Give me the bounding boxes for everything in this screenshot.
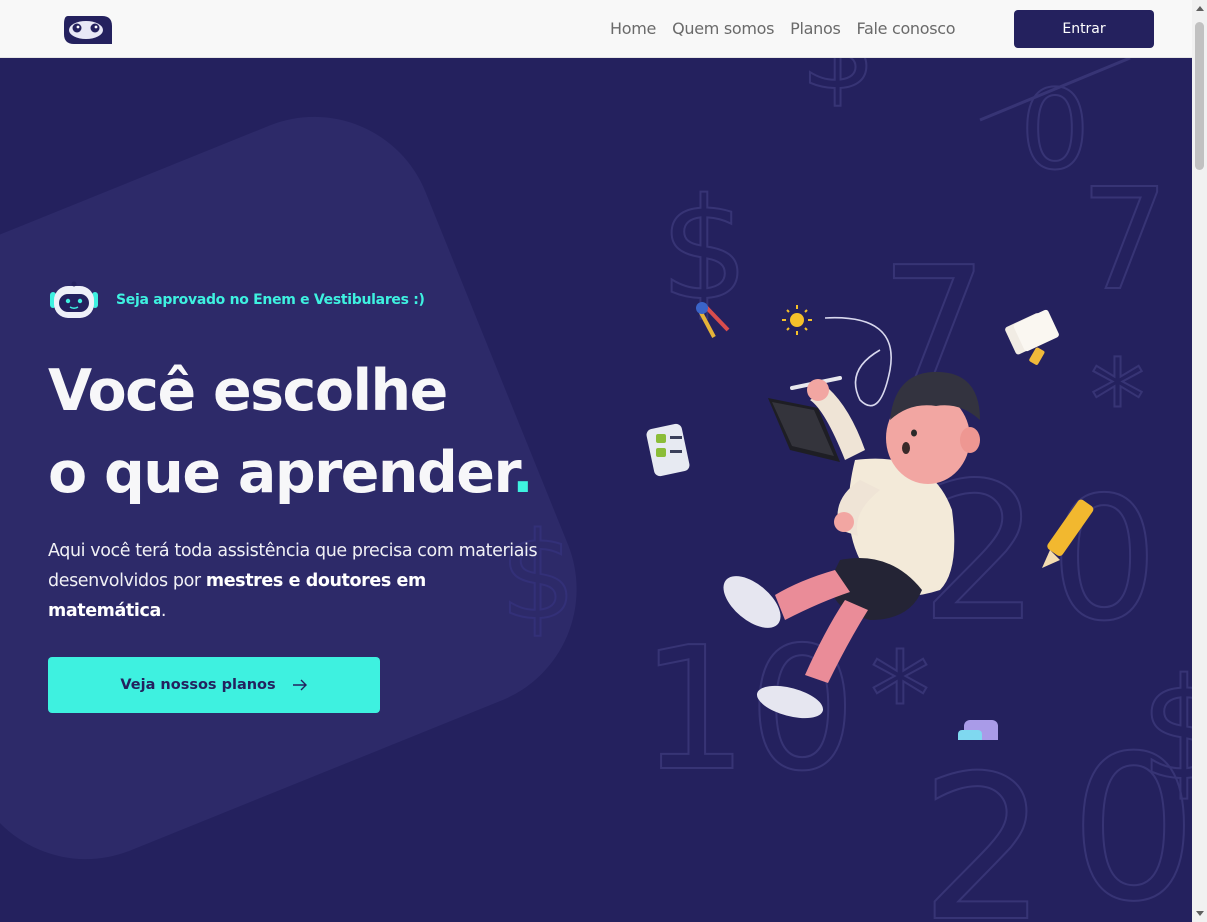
compass-icon bbox=[696, 302, 730, 338]
login-button[interactable]: Entrar bbox=[1014, 10, 1154, 48]
scroll-up-icon[interactable] bbox=[1196, 6, 1204, 11]
main-nav: Home Quem somos Planos Fale conosco bbox=[610, 19, 956, 38]
hero-headline: Você escolhe o que aprender. bbox=[48, 350, 608, 514]
checklist-icon bbox=[646, 423, 690, 477]
headline-line-2: o que aprender bbox=[48, 440, 513, 506]
documents-icon bbox=[1005, 309, 1059, 365]
robot-mascot-icon bbox=[50, 281, 98, 318]
svg-text:2: 2 bbox=[920, 733, 1047, 922]
sun-icon bbox=[782, 305, 812, 335]
scrollbar-thumb[interactable] bbox=[1195, 22, 1204, 170]
chat-bubbles-icon bbox=[958, 720, 998, 740]
robot-face-icon[interactable] bbox=[62, 14, 114, 46]
page-scrollbar[interactable] bbox=[1192, 0, 1207, 922]
tagline-text: Seja aprovado no Enem e Vestibulares :) bbox=[116, 292, 425, 308]
headline-line-1: Você escolhe bbox=[48, 358, 448, 424]
nav-fale-conosco[interactable]: Fale conosco bbox=[857, 19, 956, 38]
hero-description: Aqui você terá toda assistência que prec… bbox=[48, 536, 548, 626]
nav-quem-somos[interactable]: Quem somos bbox=[672, 19, 774, 38]
headline-accent-dot: . bbox=[511, 440, 534, 506]
see-plans-button[interactable]: Veja nossos planos bbox=[48, 657, 380, 713]
svg-text:$: $ bbox=[800, 58, 876, 117]
description-end: . bbox=[160, 601, 167, 621]
nav-planos[interactable]: Planos bbox=[790, 19, 841, 38]
yellow-pencil-icon bbox=[1042, 499, 1094, 568]
top-navbar: Home Quem somos Planos Fale conosco Entr… bbox=[0, 0, 1192, 58]
svg-text:$: $ bbox=[1140, 649, 1192, 812]
see-plans-label: Veja nossos planos bbox=[120, 677, 276, 693]
hero-section: $ 0 7 $ 7 * 2 0 10 * 2 0 $ $ Seja bbox=[0, 58, 1192, 922]
boy-floating-with-tablet-illustration bbox=[646, 302, 1094, 740]
tagline: Seja aprovado no Enem e Vestibulares :) bbox=[48, 280, 425, 320]
scroll-down-icon[interactable] bbox=[1196, 911, 1204, 916]
nav-home[interactable]: Home bbox=[610, 19, 656, 38]
arrow-right-icon bbox=[292, 679, 307, 691]
